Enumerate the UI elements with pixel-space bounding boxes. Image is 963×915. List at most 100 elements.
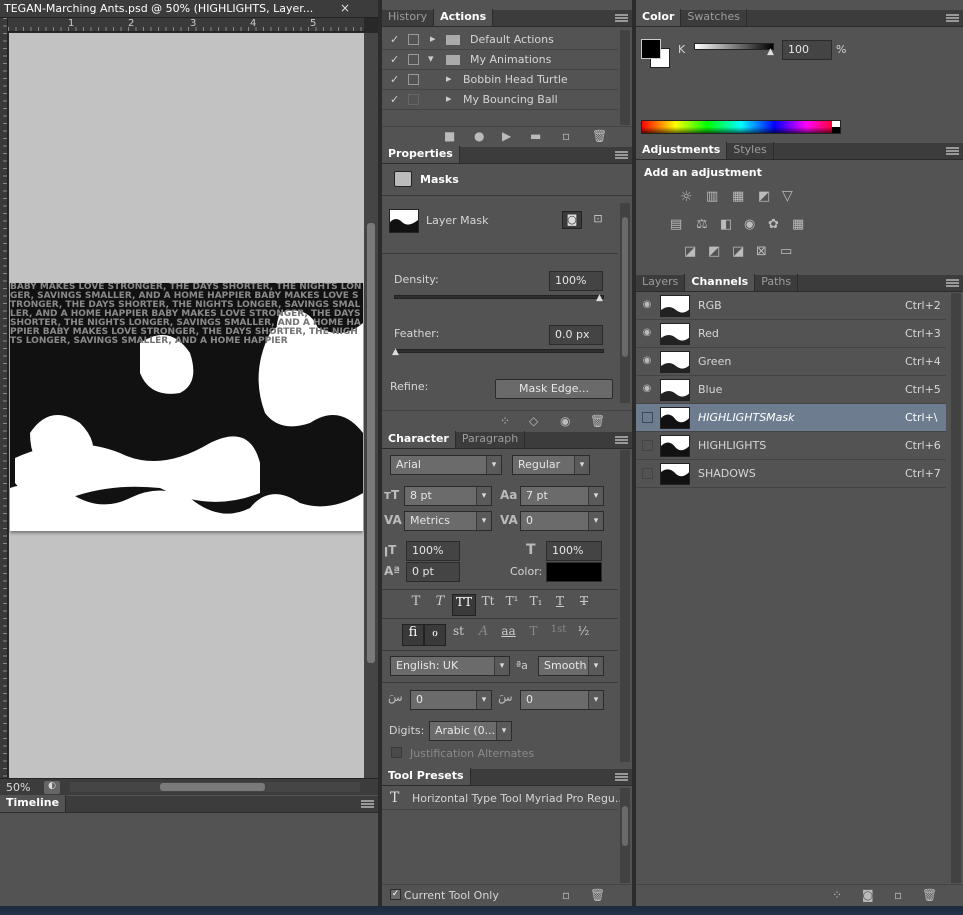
tab-layers[interactable]: Layers [636, 274, 686, 291]
canvas-image[interactable]: BABY MAKES LOVE STRONGER, THE DAYS SHORT… [10, 283, 363, 531]
channel-row-red[interactable]: ◉ Red Ctrl+3 [636, 320, 946, 348]
apply-mask-icon[interactable]: ◇ [529, 414, 538, 428]
feather-field[interactable]: 0.0 px [549, 325, 603, 345]
selective-color-icon[interactable]: ⊠ [756, 244, 767, 259]
channel-mixer-icon[interactable]: ✿ [768, 217, 779, 232]
play-icon[interactable]: ▶ [502, 129, 511, 143]
expand-triangle-icon[interactable]: ▸ [446, 72, 452, 85]
action-item[interactable]: ✓ ▸ Default Actions [382, 30, 618, 50]
invert-icon[interactable]: ◪ [684, 244, 696, 259]
panel-menu-icon[interactable] [615, 436, 628, 444]
panel-menu-icon[interactable] [946, 279, 959, 287]
faux-italic-button[interactable]: T [428, 594, 452, 616]
all-caps-button[interactable]: TT [452, 594, 476, 616]
leading-dropdown[interactable]: 7 pt [520, 486, 604, 506]
discretionary-ligatures-button[interactable]: ℴ [424, 624, 446, 646]
eye-icon[interactable]: ◉ [640, 327, 654, 341]
ornaments-button[interactable]: T [521, 624, 546, 646]
eye-icon[interactable]: ◉ [560, 414, 570, 428]
font-style-dropdown[interactable]: Regular [512, 455, 590, 475]
digits-dropdown[interactable]: Arabic (0... [429, 721, 512, 741]
collapse-triangle-icon[interactable]: ▾ [428, 52, 434, 65]
black-white-icon[interactable]: ◧ [720, 217, 732, 232]
channel-row-rgb[interactable]: ◉ RGB Ctrl+2 [636, 292, 946, 320]
pixel-mask-button[interactable]: ◙ [562, 211, 582, 229]
tab-actions[interactable]: Actions [434, 9, 494, 26]
tab-character[interactable]: Character [382, 431, 456, 448]
gradient-map-icon[interactable]: ▭ [780, 244, 792, 259]
tab-timeline[interactable]: Timeline [0, 795, 67, 812]
tab-channels[interactable]: Channels [685, 274, 756, 291]
tab-paragraph[interactable]: Paragraph [456, 431, 526, 448]
scrollbar[interactable] [620, 788, 630, 883]
exposure-icon[interactable]: ◩ [758, 189, 770, 204]
font-size-dropdown[interactable]: 8 pt [404, 486, 492, 506]
fractions-button[interactable]: ½ [571, 624, 596, 646]
new-action-icon[interactable]: ▫ [562, 129, 570, 143]
justification-checkbox[interactable] [391, 747, 402, 758]
dialog-toggle-icon[interactable] [408, 34, 419, 45]
color-balance-icon[interactable]: ⚖ [696, 217, 708, 232]
slider-handle[interactable]: ▲ [596, 293, 603, 303]
checkmark-icon[interactable]: ✓ [390, 33, 399, 46]
trash-icon[interactable]: 🗑 [592, 129, 607, 143]
action-item[interactable]: ✓ ▾ My Animations [382, 50, 618, 70]
panel-menu-icon[interactable] [946, 14, 959, 22]
superscript-button[interactable]: T¹ [500, 594, 524, 616]
vector-mask-button[interactable]: ⊡ [588, 211, 608, 229]
save-selection-icon[interactable]: ◙ [862, 888, 874, 902]
action-item[interactable]: ✓ ▸ My Bouncing Ball [382, 90, 618, 110]
horizontal-scale-field[interactable]: 100% [546, 541, 602, 561]
close-icon[interactable]: × [340, 1, 350, 15]
hue-saturation-icon[interactable]: ▤ [670, 217, 682, 232]
channel-row-shadows[interactable]: SHADOWS Ctrl+7 [636, 460, 946, 488]
new-channel-icon[interactable]: ▫ [894, 888, 902, 902]
checkmark-icon[interactable]: ✓ [390, 93, 399, 106]
visibility-toggle[interactable] [642, 412, 653, 423]
expand-triangle-icon[interactable]: ▸ [430, 32, 436, 45]
preset-item[interactable]: T Horizontal Type Tool Myriad Pro Regu..… [382, 788, 625, 810]
dialog-toggle-icon[interactable] [408, 54, 419, 65]
load-selection-icon[interactable]: ⁘ [500, 414, 510, 428]
kerning-dropdown[interactable]: Metrics [404, 511, 492, 531]
record-icon[interactable]: ● [474, 129, 484, 143]
mask-edge-button[interactable]: Mask Edge... [495, 379, 613, 399]
strikethrough-button[interactable]: T [572, 594, 596, 616]
trash-icon[interactable]: 🗑 [922, 888, 937, 902]
channel-row-highlightsmask[interactable]: HIGHLIGHTSMask Ctrl+\ [636, 404, 946, 432]
diacritic-x-dropdown[interactable]: 0 [410, 690, 492, 710]
curves-icon[interactable]: ▦ [732, 189, 744, 204]
expand-triangle-icon[interactable]: ▸ [446, 92, 452, 105]
threshold-icon[interactable]: ◪ [732, 244, 744, 259]
stylistic-alternates-button[interactable]: A [471, 624, 496, 646]
color-spectrum-ramp[interactable] [641, 120, 841, 134]
brightness-contrast-icon[interactable]: ☼ [680, 189, 693, 205]
ordinals-button[interactable]: 1st [546, 624, 571, 646]
feather-slider[interactable]: ▲ [392, 347, 604, 357]
color-lookup-icon[interactable]: ▦ [792, 217, 804, 232]
diacritic-y-dropdown[interactable]: 0 [520, 690, 604, 710]
underline-button[interactable]: T [548, 594, 572, 616]
swash-button[interactable]: st [446, 624, 471, 646]
document-tab[interactable]: TEGAN-Marching Ants.psd @ 50% (HIGHLIGHT… [0, 0, 378, 18]
trash-icon[interactable]: 🗑 [590, 414, 605, 428]
tab-adjustments[interactable]: Adjustments [636, 142, 728, 159]
dialog-toggle-icon[interactable] [408, 74, 419, 85]
tracking-dropdown[interactable]: 0 [520, 511, 604, 531]
ligatures-button[interactable]: fi [402, 624, 424, 646]
checkmark-icon[interactable]: ✓ [390, 53, 399, 66]
k-slider[interactable]: ▲ [694, 43, 774, 57]
panel-menu-icon[interactable] [615, 773, 628, 781]
tab-properties[interactable]: Properties [382, 146, 460, 163]
tab-history[interactable]: History [382, 9, 435, 26]
channel-row-highlights[interactable]: HIGHLIGHTS Ctrl+6 [636, 432, 946, 460]
titling-alternates-button[interactable]: aa [496, 624, 521, 646]
tab-swatches[interactable]: Swatches [681, 9, 747, 26]
channel-row-blue[interactable]: ◉ Blue Ctrl+5 [636, 376, 946, 404]
eye-icon[interactable]: ◉ [640, 299, 654, 313]
panel-menu-icon[interactable] [946, 147, 959, 155]
posterize-icon[interactable]: ◩ [708, 244, 720, 259]
channel-row-green[interactable]: ◉ Green Ctrl+4 [636, 348, 946, 376]
tab-tool-presets[interactable]: Tool Presets [382, 768, 471, 785]
faux-bold-button[interactable]: T [404, 594, 428, 616]
